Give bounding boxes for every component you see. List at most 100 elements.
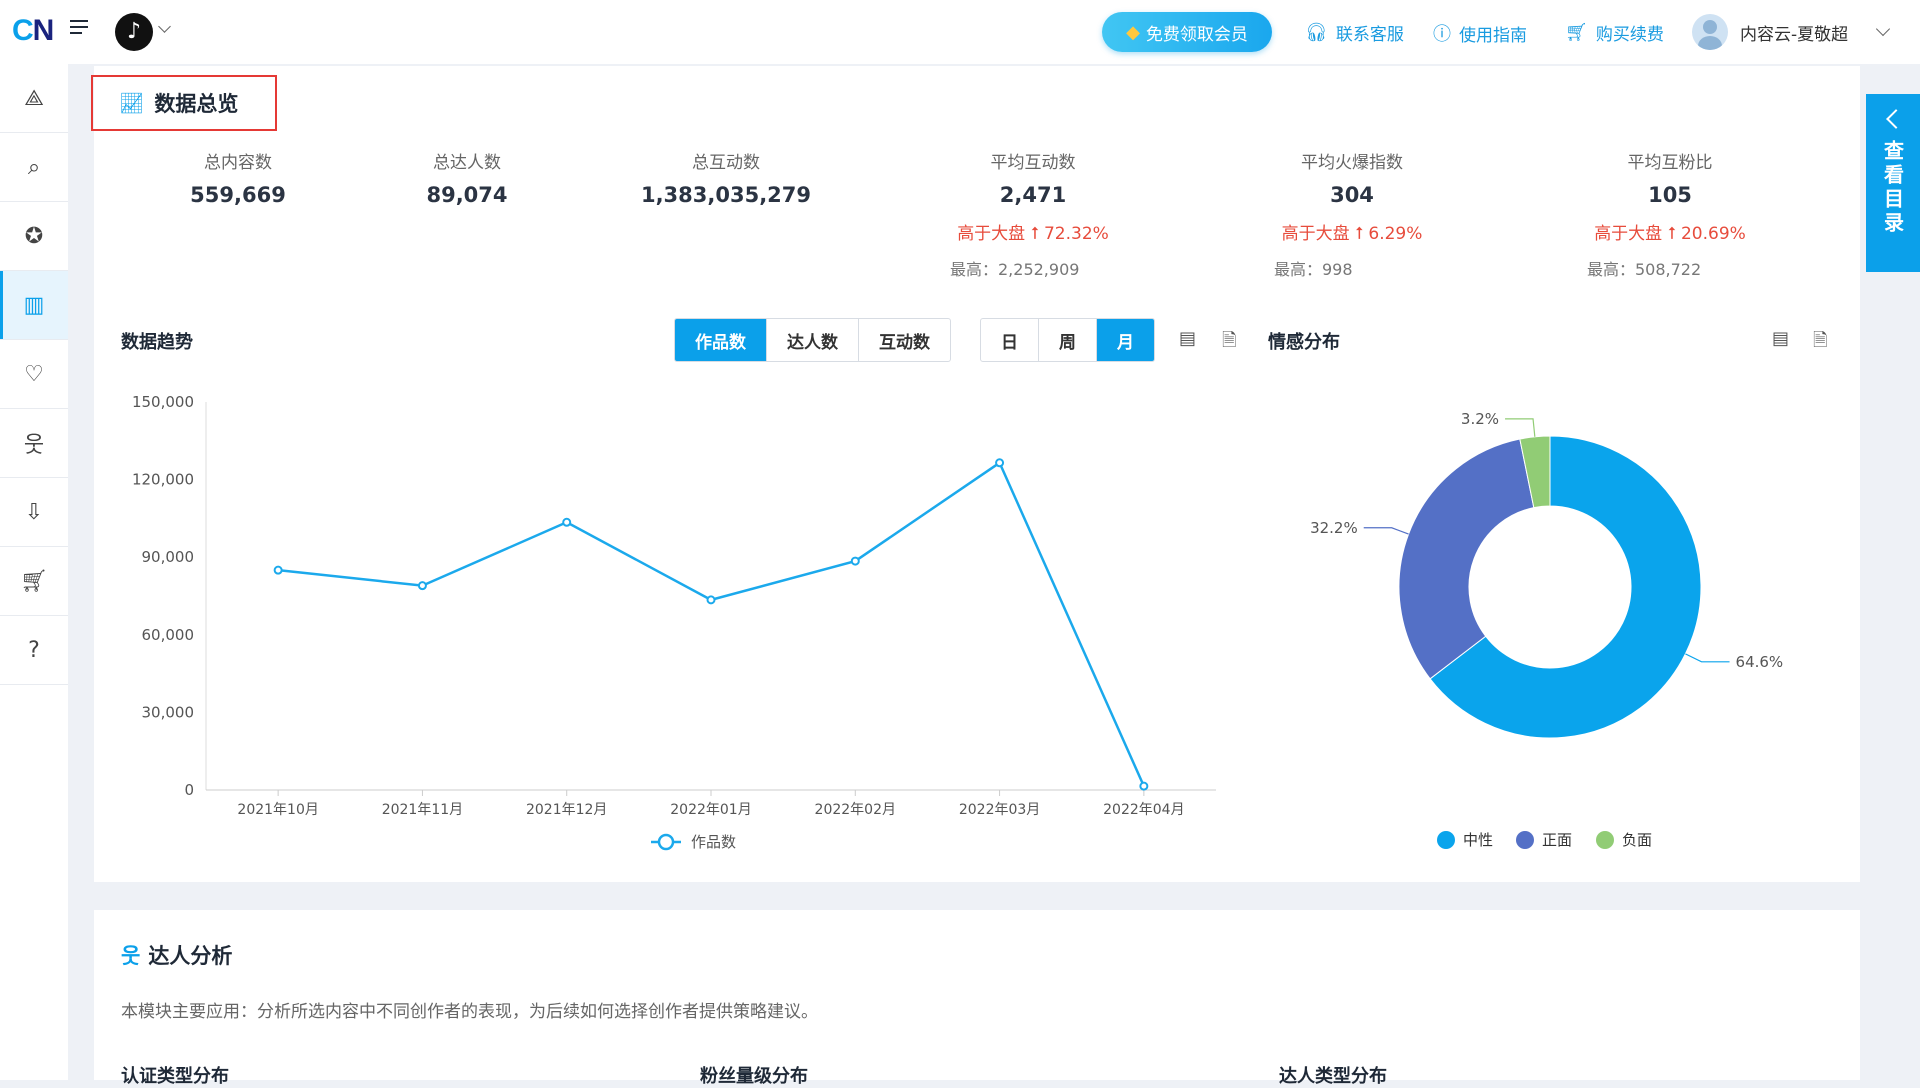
user-guide-link[interactable]: ⓘ 使用指南 — [1433, 20, 1527, 46]
export-doc-icon[interactable]: 🗎︎ — [1813, 328, 1827, 358]
cert-type-title: 认证类型分布 — [121, 1066, 229, 1087]
slice-value-label: 32.2% — [1310, 519, 1358, 537]
y-tick-label: 120,000 — [132, 471, 194, 489]
y-tick-label: 60,000 — [142, 626, 195, 644]
overview-title-box: 📈︎ 数据总览 — [91, 75, 277, 131]
x-tick-label: 2021年12月 — [526, 802, 607, 818]
talent-title-row: 웃 达人分析 — [121, 940, 232, 970]
y-tick-label: 0 — [184, 781, 194, 799]
label-leader-line — [1363, 527, 1409, 535]
sidebar-item-health[interactable]: ♡ — [0, 340, 68, 409]
legend-label-works: 作品数 — [691, 833, 736, 851]
talent-panel — [94, 910, 1860, 1080]
sidebar-item-network[interactable]: ⟁ — [0, 64, 68, 133]
x-tick-label: 2022年01月 — [670, 802, 751, 818]
sidebar-item-cart[interactable]: 🛒︎ — [0, 547, 68, 616]
data-point — [850, 556, 860, 566]
legend-negative[interactable]: 负面 — [1596, 829, 1652, 850]
sidebar-item-help[interactable]: ? — [0, 616, 68, 685]
avatar — [1692, 14, 1728, 50]
sentiment-title: 情感分布 — [1268, 332, 1340, 353]
view-catalog-tab[interactable]: 查看目录 — [1866, 94, 1920, 272]
data-point — [1139, 781, 1149, 791]
stat-total-talents: 总达人数 89,074 — [426, 153, 508, 207]
sidebar-item-search[interactable]: ⌕ — [0, 133, 68, 202]
data-table-icon[interactable]: ▤ — [1179, 328, 1196, 349]
x-tick-label: 2021年11月 — [382, 802, 463, 818]
stat-avg-interactions: 平均互动数 2,471 高于大盘 ⭡ 72.32% 最高：2,252,909 — [950, 153, 1109, 279]
sidebar-item-data[interactable]: ▥ — [0, 271, 68, 340]
y-tick-label: 90,000 — [142, 548, 195, 566]
series-line-works — [278, 460, 1145, 787]
tab-day[interactable]: 日 — [981, 319, 1039, 361]
search-analysis-icon: ⌕ — [27, 154, 41, 180]
medal-icon: ✪ — [24, 223, 44, 249]
stat-avg-hot-index: 平均火爆指数 304 高于大盘 ⭡ 6.29% 最高：998 — [1274, 153, 1423, 279]
chevron-down-icon[interactable] — [158, 20, 171, 33]
stat-total-interactions: 总互动数 1,383,035,279 — [640, 153, 812, 207]
person-icon: 웃 — [23, 433, 45, 458]
data-point — [562, 517, 572, 527]
sidebar-item-medal[interactable]: ✪ — [0, 202, 68, 271]
person-icon: 웃 — [121, 944, 141, 968]
trend-chart-icon: 📈︎ — [119, 91, 145, 115]
sidebar-item-download[interactable]: ⇩ — [0, 478, 68, 547]
legend-dot — [1437, 830, 1455, 849]
x-tick-label: 2022年03月 — [959, 802, 1040, 818]
legend-positive[interactable]: 正面 — [1516, 829, 1572, 850]
heartbeat-icon: ♡ — [24, 361, 44, 387]
legend-marker — [657, 833, 675, 851]
bar-chart-icon: ▥ — [23, 292, 45, 318]
data-table-icon[interactable]: ▤ — [1772, 328, 1789, 349]
network-icon: ⟁ — [24, 85, 44, 111]
tab-week[interactable]: 周 — [1039, 319, 1097, 361]
export-doc-icon[interactable]: 🗎︎ — [1222, 328, 1236, 358]
label-leader-line — [1505, 418, 1536, 437]
renew-link[interactable]: 🛒︎ 购买续费 — [1565, 20, 1664, 45]
cart-icon: 🛒︎ — [20, 568, 48, 594]
stat-total-content: 总内容数 559,669 — [190, 153, 286, 207]
tab-works[interactable]: 作品数 — [675, 319, 767, 361]
legend-neutral[interactable]: 中性 — [1437, 829, 1493, 850]
data-point — [995, 458, 1005, 468]
slice-value-label: 64.6% — [1736, 653, 1784, 671]
trend-line-chart: 0 30,000 60,000 90,000 120,000 150,000 2021年10… — [132, 393, 1216, 851]
talent-description: 本模块主要应用：分析所选内容中不同创作者的表现，为后续如何选择创作者提供策略建议… — [121, 1002, 818, 1022]
data-point — [706, 595, 716, 605]
contact-support-link[interactable]: 🎧︎ 联系客服 — [1305, 20, 1404, 45]
label-leader-line — [1685, 653, 1730, 663]
talent-type-title: 达人类型分布 — [1279, 1066, 1387, 1087]
data-point — [417, 581, 427, 591]
x-tick-label: 2022年02月 — [815, 802, 896, 818]
fan-level-title: 粉丝量级分布 — [700, 1066, 808, 1087]
tiktok-icon[interactable]: ♪ — [115, 13, 153, 51]
headset-icon: 🎧︎ — [1305, 22, 1328, 43]
x-tick-label: 2021年10月 — [237, 802, 318, 818]
tab-month[interactable]: 月 — [1097, 319, 1154, 361]
chevron-left-icon — [1886, 109, 1906, 129]
x-tick-label: 2022年04月 — [1103, 802, 1184, 818]
legend-dot — [1596, 830, 1614, 849]
diamond-icon: ◆ — [1126, 21, 1140, 43]
y-tick-label: 30,000 — [142, 703, 195, 721]
metric-tabs: 作品数 达人数 互动数 — [674, 318, 951, 362]
y-tick-label: 150,000 — [132, 393, 194, 411]
sidebar-item-person[interactable]: 웃 — [0, 409, 68, 478]
user-menu[interactable]: 内容云-夏敬超 — [1692, 14, 1891, 50]
menu-icon[interactable] — [70, 20, 88, 36]
tab-interactions[interactable]: 互动数 — [859, 319, 950, 361]
period-tabs: 日 周 月 — [980, 318, 1155, 362]
stat-avg-fan-ratio: 平均互粉比 105 高于大盘 ⭡ 20.69% 最高：508,722 — [1587, 153, 1746, 279]
sentiment-donut-chart: 64.6% 32.2% 3.2% — [1310, 410, 1784, 739]
help-circle-icon: ⓘ — [1433, 24, 1451, 45]
slice-value-label: 3.2% — [1461, 410, 1499, 428]
tab-talents[interactable]: 达人数 — [767, 319, 859, 361]
download-doc-icon: ⇩ — [24, 499, 44, 525]
brand-logo[interactable]: CN — [12, 14, 54, 48]
sidebar: ⟁ ⌕ ✪ ▥ ♡ 웃 ⇩ 🛒︎ ? — [0, 64, 68, 1080]
donut-slice — [1398, 438, 1535, 680]
free-vip-button[interactable]: ◆ 免费领取会员 — [1102, 12, 1272, 52]
top-bar: CN ♪ ◆ 免费领取会员 🎧︎ 联系客服 ⓘ 使用指南 🛒︎ 购买续费 内容云… — [0, 0, 1920, 64]
chevron-down-icon — [1876, 21, 1891, 37]
user-name: 内容云-夏敬超 — [1740, 24, 1849, 45]
